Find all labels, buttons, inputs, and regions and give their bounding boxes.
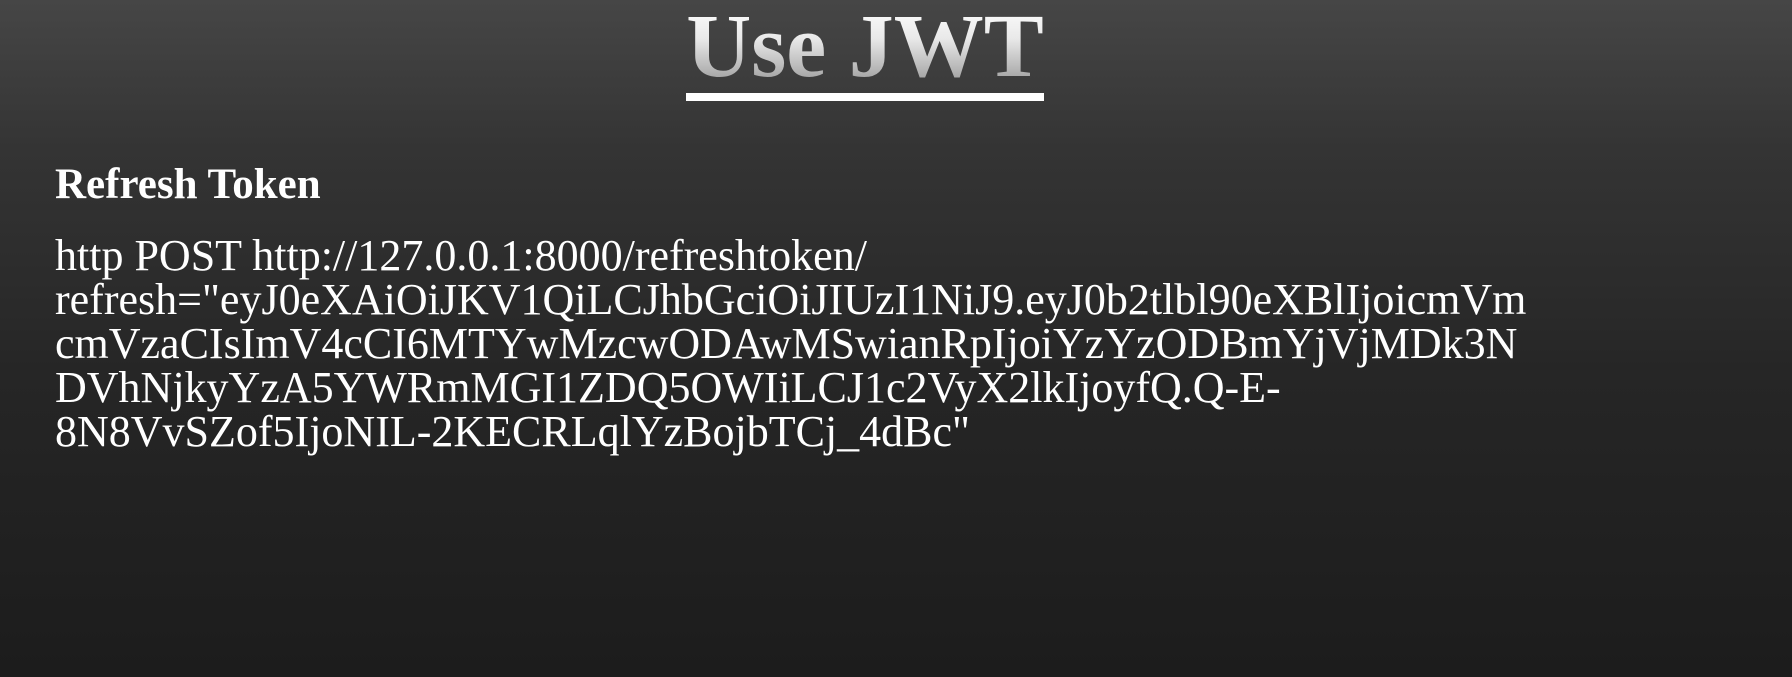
section-heading: Refresh Token [55,161,321,208]
command-line-token-4: 8N8VvSZof5IjoNIL-2KECRLqlYzBojbTCj_4dBc" [55,407,970,456]
command-line-token-1: refresh="eyJ0eXAiOiJKV1QiLCJhbGciOiJIUzI… [55,275,1527,324]
command-line-token-3: DVhNjkyYzA5YWRmMGI1ZDQ5OWIiLCJ1c2VyX2lkI… [55,363,1281,412]
command-line-token-2: cmVzaCIsImV4cCI6MTYwMzcwODAwMSwianRpIjoi… [55,319,1518,368]
slide-title-text: Use JWT [686,2,1044,101]
slide-title: Use JWT [0,0,1730,101]
refresh-token-command: http POST http://127.0.0.1:8000/refresht… [55,234,1755,454]
command-line-url: http POST http://127.0.0.1:8000/refresht… [55,231,867,280]
